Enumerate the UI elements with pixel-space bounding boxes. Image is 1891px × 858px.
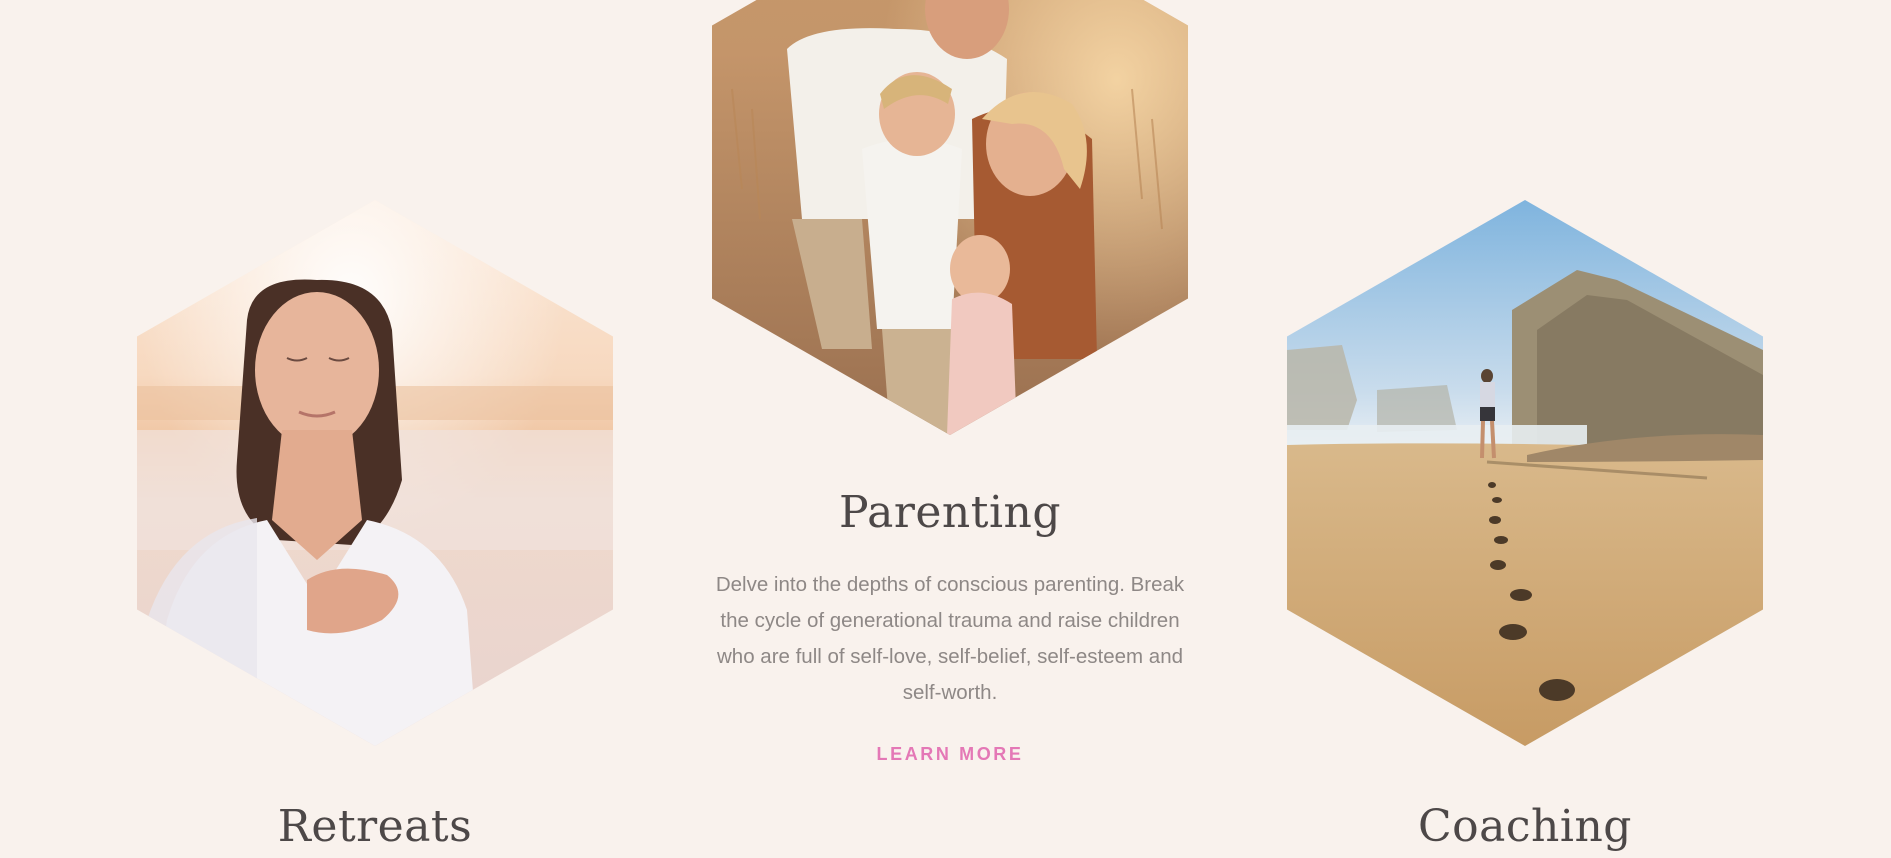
retreats-image[interactable] [137, 200, 613, 746]
retreats-photo [137, 200, 613, 746]
coaching-title: Coaching [1418, 801, 1632, 852]
services-section: Parenting Delve into the depths of consc… [0, 0, 1891, 858]
learn-more-link[interactable]: LEARN MORE [712, 744, 1188, 765]
retreats-title: Retreats [277, 801, 473, 852]
parenting-description: Delve into the depths of conscious paren… [715, 573, 1185, 704]
parenting-photo [712, 0, 1188, 435]
parenting-title: Parenting [838, 487, 1062, 538]
parenting-image[interactable] [712, 0, 1188, 435]
coaching-photo [1287, 200, 1763, 746]
coaching-image[interactable] [1287, 200, 1763, 746]
